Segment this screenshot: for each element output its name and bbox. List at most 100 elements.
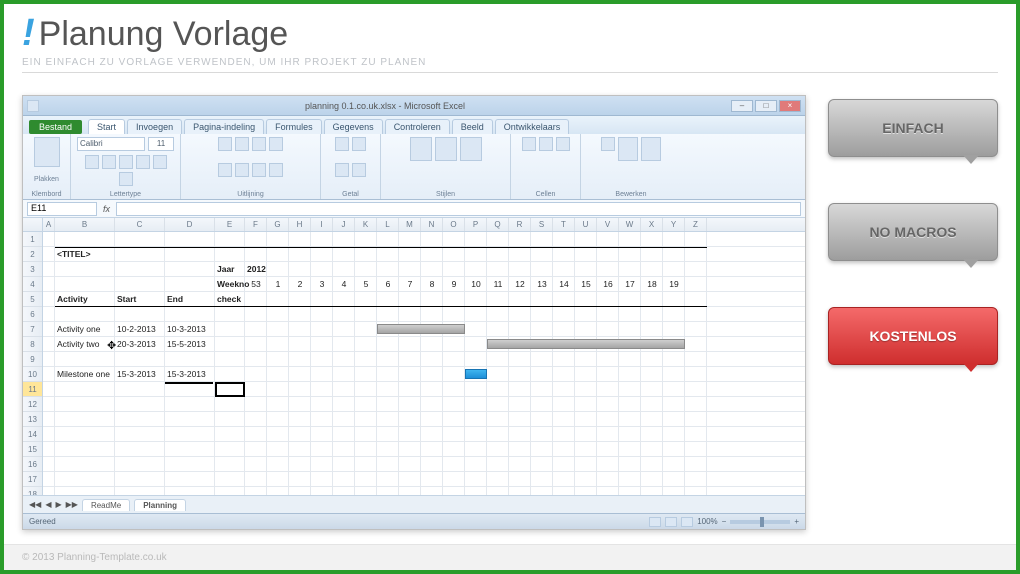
row-header[interactable]: 2 xyxy=(23,247,42,262)
cell[interactable]: Activity xyxy=(55,292,90,307)
sheet-nav-prev-icon[interactable]: ◀ xyxy=(45,500,51,509)
align-center-icon[interactable] xyxy=(235,163,249,177)
einfach-button[interactable]: EINFACH xyxy=(828,99,998,157)
cell[interactable]: 16 xyxy=(597,277,619,292)
cell[interactable]: 4 xyxy=(333,277,355,292)
cell[interactable]: Activity one xyxy=(55,322,102,337)
align-top-icon[interactable] xyxy=(218,137,232,151)
zoom-in-icon[interactable]: + xyxy=(794,517,799,526)
percent-icon[interactable] xyxy=(352,137,366,151)
close-button[interactable]: × xyxy=(779,100,801,112)
zoom-out-icon[interactable]: − xyxy=(722,517,727,526)
col-header[interactable]: S xyxy=(531,218,553,231)
col-header[interactable]: B xyxy=(55,218,115,231)
sheet-nav-last-icon[interactable]: ▶▶ xyxy=(66,500,78,509)
col-header[interactable]: X xyxy=(641,218,663,231)
row-header[interactable]: 16 xyxy=(23,457,42,472)
insert-icon[interactable] xyxy=(522,137,536,151)
cell[interactable]: 19 xyxy=(663,277,685,292)
cell[interactable]: 6 xyxy=(377,277,399,292)
file-tab[interactable]: Bestand xyxy=(29,120,82,134)
col-header[interactable]: H xyxy=(289,218,311,231)
col-header[interactable]: O xyxy=(443,218,465,231)
gantt-bar[interactable] xyxy=(487,339,685,349)
italic-icon[interactable] xyxy=(102,155,116,169)
cell[interactable]: 10 xyxy=(465,277,487,292)
row-header[interactable]: 14 xyxy=(23,427,42,442)
cell[interactable]: 17 xyxy=(619,277,641,292)
condfmt-icon[interactable] xyxy=(410,137,432,161)
qatool-icon[interactable] xyxy=(27,100,39,112)
select-all-corner[interactable] xyxy=(23,218,43,231)
tab-pagina[interactable]: Pagina-indeling xyxy=(184,119,264,134)
minimize-button[interactable]: – xyxy=(731,100,753,112)
row-header[interactable]: 12 xyxy=(23,397,42,412)
col-header[interactable]: J xyxy=(333,218,355,231)
col-header[interactable]: M xyxy=(399,218,421,231)
cell[interactable]: 13 xyxy=(531,277,553,292)
fx-icon[interactable]: fx xyxy=(103,204,110,214)
row-header[interactable]: 9 xyxy=(23,352,42,367)
row-header[interactable]: 13 xyxy=(23,412,42,427)
col-header[interactable]: I xyxy=(311,218,333,231)
autosum-icon[interactable] xyxy=(601,137,615,151)
col-header[interactable]: Q xyxy=(487,218,509,231)
active-cell[interactable] xyxy=(215,382,245,397)
sheet-tab-readme[interactable]: ReadMe xyxy=(82,499,130,511)
align-bot-icon[interactable] xyxy=(252,137,266,151)
row-header[interactable]: 10 xyxy=(23,367,42,382)
cell[interactable]: 7 xyxy=(399,277,421,292)
kostenlos-button[interactable]: KOSTENLOS xyxy=(828,307,998,365)
milestone-bar[interactable] xyxy=(465,369,487,379)
cell[interactable]: 15-3-2013 xyxy=(115,367,158,382)
paste-icon[interactable] xyxy=(34,137,60,167)
cell[interactable]: 12 xyxy=(509,277,531,292)
cell[interactable]: 10-2-2013 xyxy=(115,322,158,337)
cell[interactable]: 20-3-2013 xyxy=(115,337,158,352)
col-header[interactable]: C xyxy=(115,218,165,231)
cell[interactable]: 15-5-2013 xyxy=(165,337,208,352)
col-header[interactable]: G xyxy=(267,218,289,231)
row-header[interactable]: 5 xyxy=(23,292,42,307)
tab-formules[interactable]: Formules xyxy=(266,119,322,134)
cell[interactable]: 9 xyxy=(443,277,465,292)
col-header[interactable]: D xyxy=(165,218,215,231)
align-right-icon[interactable] xyxy=(252,163,266,177)
cell[interactable]: <TITEL> xyxy=(55,247,93,262)
fill-icon[interactable] xyxy=(153,155,167,169)
sheet-nav-next-icon[interactable]: ▶ xyxy=(55,500,61,509)
align-left-icon[interactable] xyxy=(218,163,232,177)
format-icon[interactable] xyxy=(556,137,570,151)
align-mid-icon[interactable] xyxy=(235,137,249,151)
delete-icon[interactable] xyxy=(539,137,553,151)
col-header[interactable]: K xyxy=(355,218,377,231)
cell[interactable]: Start xyxy=(115,292,138,307)
cell[interactable]: 8 xyxy=(421,277,443,292)
tab-start[interactable]: Start xyxy=(88,119,125,134)
name-box[interactable]: E11 xyxy=(27,202,97,216)
cell[interactable]: 5 xyxy=(355,277,377,292)
col-header[interactable]: E xyxy=(215,218,245,231)
cell[interactable]: 3 xyxy=(311,277,333,292)
row-header[interactable]: 1 xyxy=(23,232,42,247)
spreadsheet-grid[interactable]: ABCDEFGHIJKLMNOPQRSTUVWXYZ 1234567891011… xyxy=(23,218,805,495)
col-header[interactable]: W xyxy=(619,218,641,231)
tab-invoegen[interactable]: Invoegen xyxy=(127,119,182,134)
cell[interactable]: check xyxy=(215,292,243,307)
cell[interactable]: 15-3-2013 xyxy=(165,367,213,384)
cell[interactable]: Milestone one xyxy=(55,367,112,382)
col-header[interactable]: L xyxy=(377,218,399,231)
tab-ontwikkelaars[interactable]: Ontwikkelaars xyxy=(495,119,570,134)
row-header[interactable]: 7 xyxy=(23,322,42,337)
wrap-icon[interactable] xyxy=(269,137,283,151)
col-header[interactable]: R xyxy=(509,218,531,231)
row-header[interactable]: 3 xyxy=(23,262,42,277)
sheet-nav-first-icon[interactable]: ◀◀ xyxy=(29,500,41,509)
col-header[interactable]: U xyxy=(575,218,597,231)
col-header[interactable]: A xyxy=(43,218,55,231)
bold-icon[interactable] xyxy=(85,155,99,169)
fontcolor-icon[interactable] xyxy=(119,172,133,186)
merge-icon[interactable] xyxy=(269,163,283,177)
row-header[interactable]: 6 xyxy=(23,307,42,322)
col-header[interactable]: N xyxy=(421,218,443,231)
